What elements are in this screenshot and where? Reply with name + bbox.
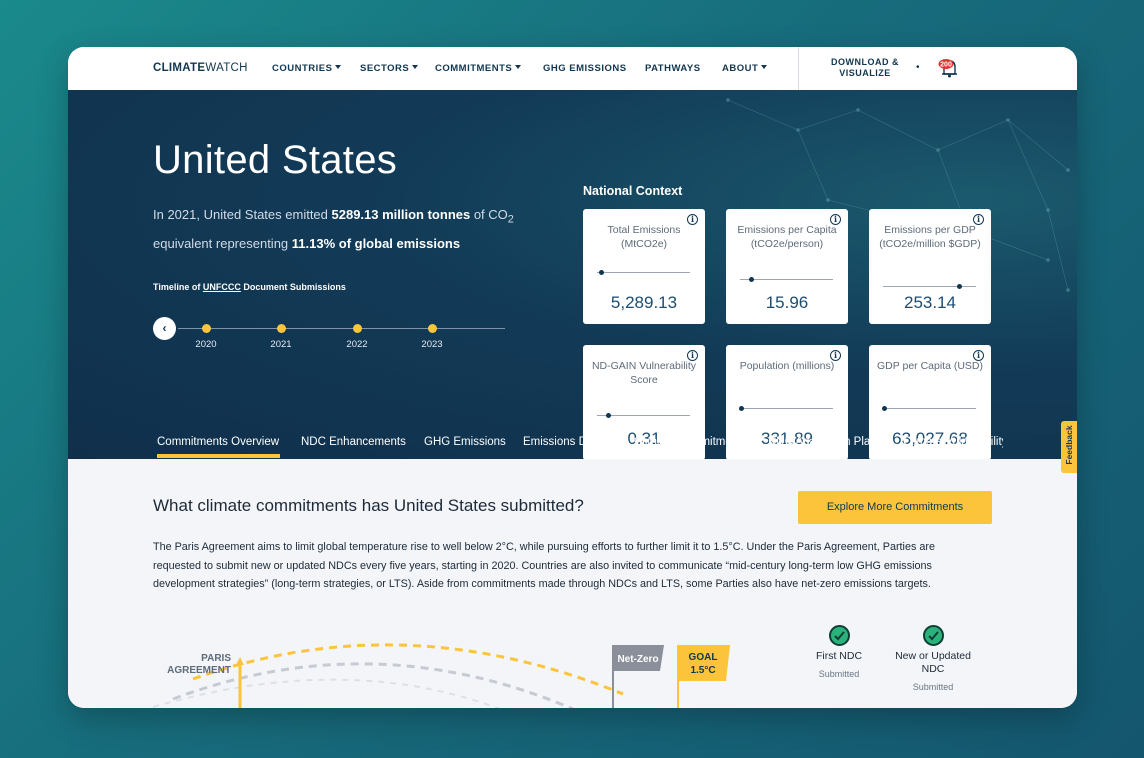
active-tab-indicator [157,454,280,458]
nav-commitments-label: COMMITMENTS [435,63,513,74]
tab-ghg-emissions[interactable]: GHG Emissions [424,436,506,448]
check-circle-icon [828,625,850,646]
status-label: First NDC [794,650,884,663]
description-line: The Paris Agreement aims to limit global… [153,541,935,553]
download-label-line2: VISUALIZE [839,68,891,78]
commitments-section: What climate commitments has United Stat… [68,459,1077,708]
nav-countries[interactable]: COUNTRIES [272,63,342,74]
nav-sectors-label: SECTORS [360,63,410,74]
country-hero: United States In 2021, United States emi… [68,90,1077,459]
feedback-label: Feedback [1064,425,1074,465]
nav-pathways-label: PATHWAYS [645,63,701,74]
tab-climate-commitments[interactable]: Climate Commitments [634,436,747,448]
feedback-tab[interactable]: Feedback [1061,421,1077,473]
download-dropdown-dot[interactable]: • [916,62,920,73]
goal-flag-label-1: GOAL [689,652,718,663]
nav-commitments[interactable]: COMMITMENTS [435,63,522,74]
section-description: The Paris Agreement aims to limit global… [153,538,983,594]
download-visualize-button[interactable]: DOWNLOAD & VISUALIZE [816,57,914,79]
status-label: New or Updated NDC [888,650,978,676]
first-ndc-status: First NDC Submitted [794,625,884,679]
chevron-down-icon [761,65,768,69]
status-label-line: First NDC [815,650,863,662]
status-sub: Submitted [818,669,860,679]
status-label-line: New or Updated [895,650,971,662]
section-tabs: Commitments Overview NDC Enhancements GH… [68,90,1003,459]
top-nav: CLIMATEWATCH COUNTRIES SECTORS COMMITMEN… [68,47,1077,90]
tab-emissions-drivers[interactable]: Emissions Drivers [523,436,615,448]
nav-ghg-emissions-label: GHG EMISSIONS [543,63,627,74]
paris-agreement-label-2: AGREEMENT [167,665,231,676]
nav-about[interactable]: ABOUT [722,63,768,74]
nav-about-label: ABOUT [722,63,759,74]
tab-ndc-adaptation-plans[interactable]: NDC Adaptation Plans [768,436,882,448]
logo-bold-text: CLIMATE [153,62,206,74]
nav-ghg-emissions[interactable]: GHG EMISSIONS [543,63,627,74]
tab-commitments-overview[interactable]: Commitments Overview [157,436,279,448]
nav-countries-label: COUNTRIES [272,63,333,74]
chevron-down-icon [515,65,522,69]
net-zero-flag-label: Net-Zero [617,654,658,665]
download-label-line1: DOWNLOAD & [831,57,899,67]
check-circle-icon [922,625,944,646]
pathway-illustration: PARIS AGREEMENT Net-Zero GOAL 1.5°C [153,643,730,708]
updated-ndc-status: New or Updated NDC Submitted [888,625,978,692]
bell-icon[interactable]: 200 [937,57,961,79]
notification-count: 200 [940,62,952,69]
nav-pathways[interactable]: PATHWAYS [645,63,701,74]
tab-ndc-enhancements[interactable]: NDC Enhancements [301,436,406,448]
status-label-line: NDC [921,663,945,675]
browser-window: CLIMATEWATCH COUNTRIES SECTORS COMMITMEN… [68,47,1077,708]
logo-light-text: WATCH [205,62,248,74]
description-line: requested to submit new or updated NDCs … [153,559,932,572]
explore-more-commitments-button[interactable]: Explore More Commitments [798,491,992,524]
chevron-down-icon [335,65,342,69]
chevron-down-icon [412,65,419,69]
description-line: development strategies” (long-term strat… [153,578,931,590]
nav-sectors[interactable]: SECTORS [360,63,419,74]
section-title: What climate commitments has United Stat… [153,496,584,515]
goal-flag-label-2: 1.5°C [690,665,715,676]
paris-agreement-label-1: PARIS [201,653,231,664]
status-sub: Submitted [912,682,954,692]
tab-climate-vulnerability[interactable]: Climate Vulnerability [903,436,1003,448]
climatewatch-logo[interactable]: CLIMATEWATCH [153,62,248,74]
nav-divider [798,47,799,90]
